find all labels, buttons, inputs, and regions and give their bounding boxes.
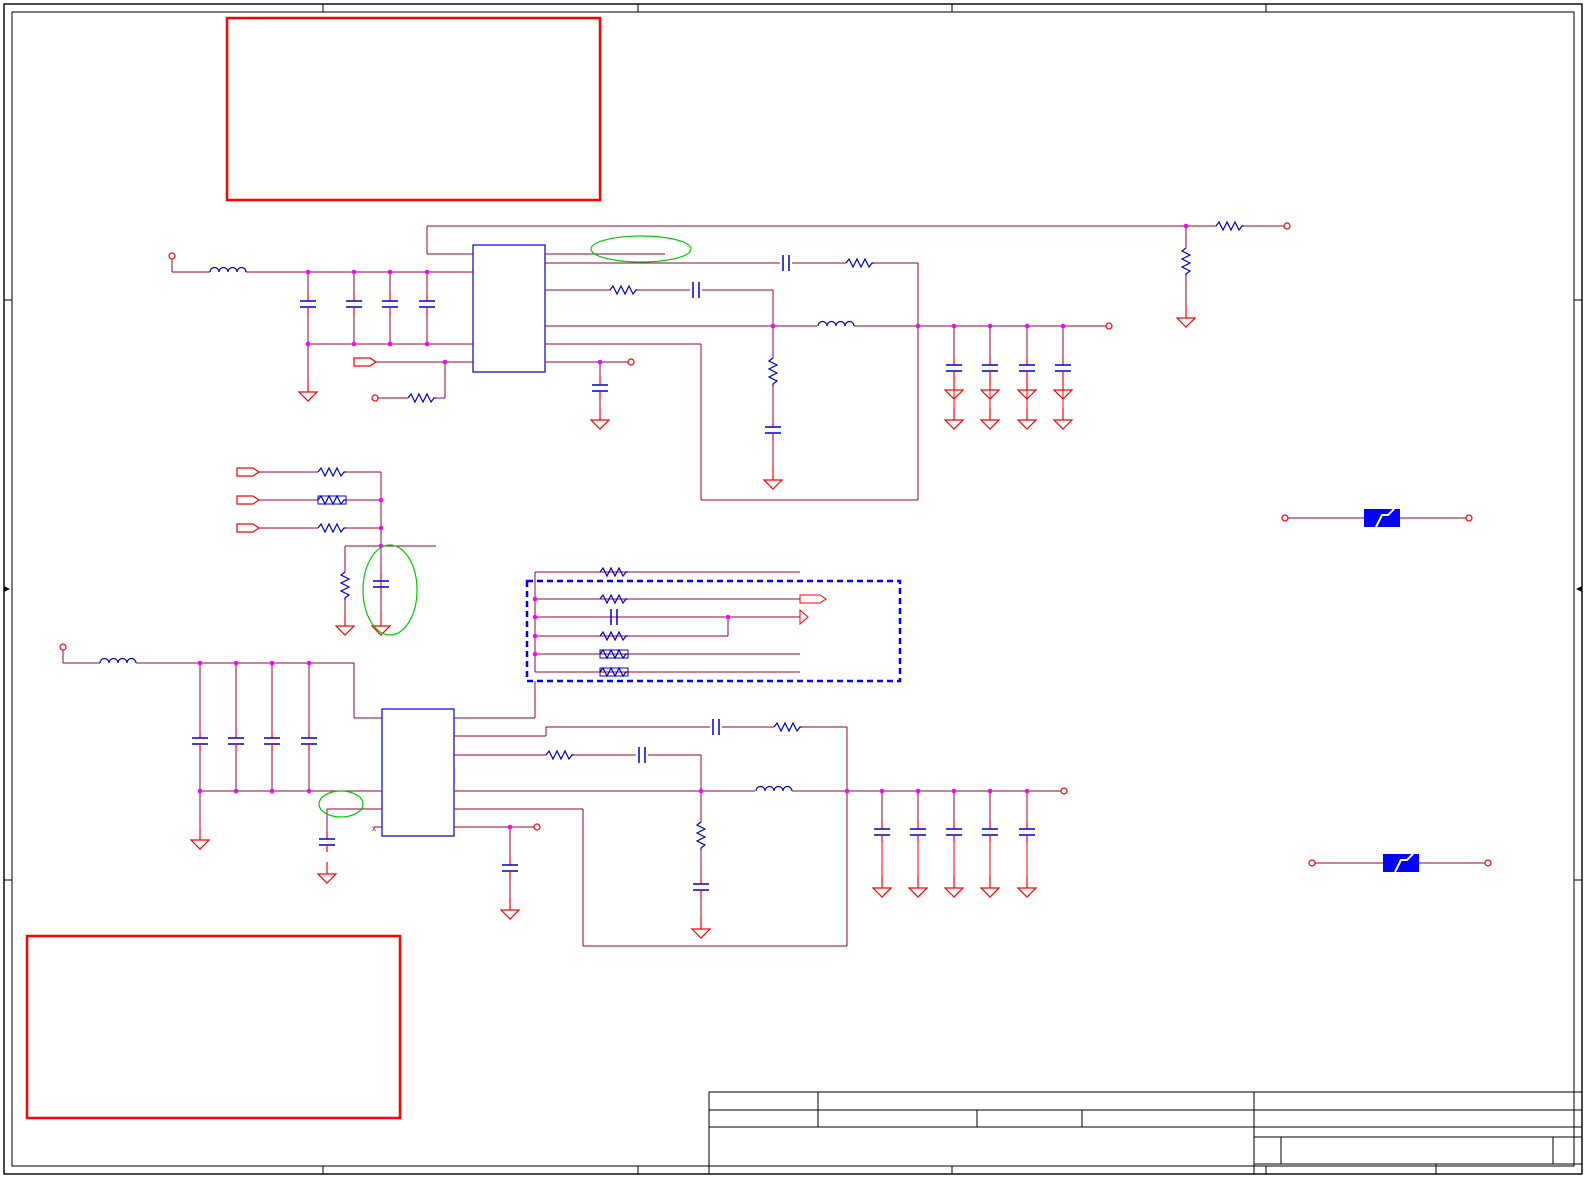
input-inductor-top xyxy=(209,266,247,273)
sheet-border xyxy=(3,3,1583,1175)
upper-ic xyxy=(472,244,546,373)
input-cap-2 xyxy=(345,293,363,315)
jumper-1 xyxy=(1281,508,1473,528)
note-box-top xyxy=(225,16,602,202)
note-box-bottom xyxy=(25,934,402,1120)
input-cap-3 xyxy=(381,293,399,315)
optional-resistor-group xyxy=(525,567,902,683)
signal-network xyxy=(236,467,436,636)
no-connect-mark: x xyxy=(372,824,376,833)
lower-regulator-circuit: x xyxy=(59,643,1068,947)
enable-port xyxy=(353,357,377,367)
jumper-2 xyxy=(1308,853,1492,873)
title-block xyxy=(708,1091,1583,1175)
highlight-ellipse-2 xyxy=(362,544,418,636)
ground-symbol xyxy=(298,379,318,402)
upper-regulator-circuit xyxy=(168,221,1291,501)
input-cap-1 xyxy=(299,293,317,315)
highlight-ellipse-3 xyxy=(318,790,364,818)
lower-ic xyxy=(381,708,455,837)
input-cap-4 xyxy=(418,293,436,315)
schematic-sheet: x xyxy=(3,3,1583,1175)
highlight-ellipse-1 xyxy=(590,235,692,263)
dashed-group-box xyxy=(525,579,902,683)
